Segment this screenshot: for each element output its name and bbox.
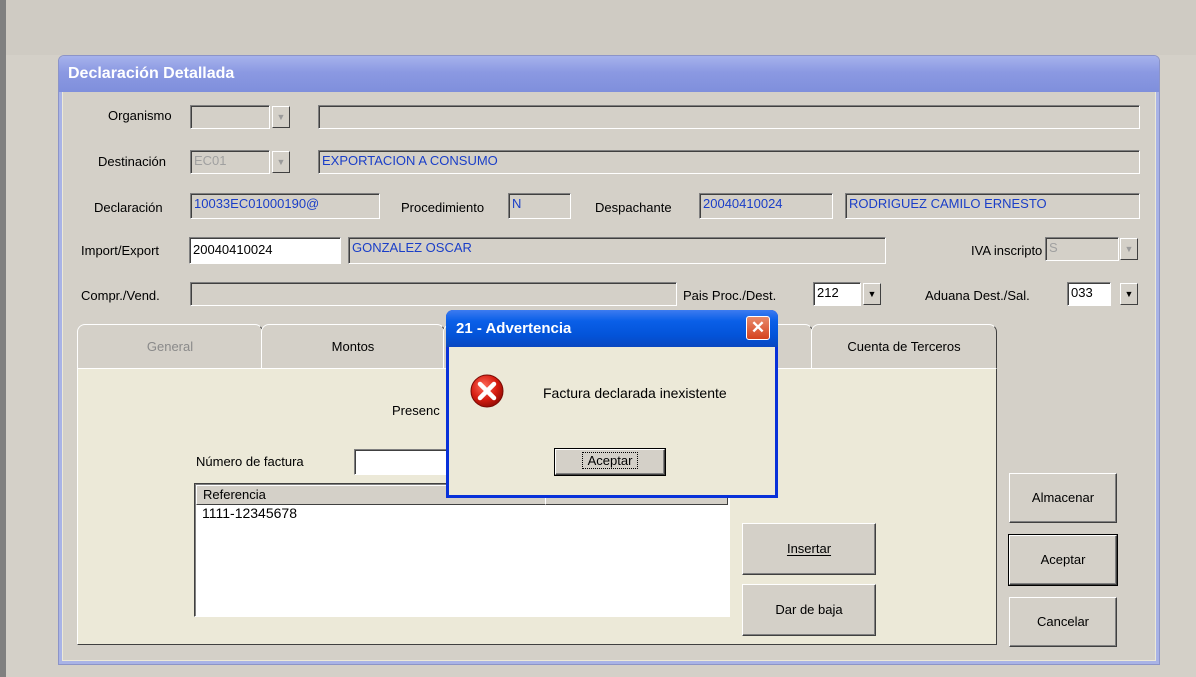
cancelar-label: Cancelar <box>1036 614 1090 629</box>
presencia-heading: Presenc <box>392 403 440 418</box>
procedimiento-label: Procedimiento <box>401 200 485 215</box>
tab-montos[interactable]: Montos <box>261 324 445 370</box>
close-icon[interactable]: ✕ <box>746 316 770 340</box>
dialog-title: 21 - Advertencia <box>456 320 572 337</box>
destinacion-description-field: EXPORTACION A CONSUMO <box>318 150 1140 174</box>
facturas-list[interactable]: Referencia 1111-12345678 <box>194 483 730 617</box>
dialog-ok-button[interactable]: Aceptar <box>554 448 666 476</box>
aceptar-button[interactable]: Aceptar <box>1008 534 1118 586</box>
despachante-id-field[interactable]: 20040410024 <box>699 193 833 219</box>
pais-label: Pais Proc./Dest. <box>683 288 777 303</box>
destinacion-code-field[interactable]: EC01 <box>190 150 270 174</box>
error-icon <box>470 374 504 408</box>
dialog-message: Factura declarada inexistente <box>543 385 727 401</box>
numero-factura-input[interactable] <box>354 449 454 475</box>
iva-inscripto-label: IVA inscripto <box>971 243 1043 258</box>
despachante-label: Despachante <box>595 200 672 215</box>
compr-vend-label: Compr./Vend. <box>81 288 160 303</box>
advertencia-dialog: 21 - Advertencia ✕ Factura declarada ine… <box>446 310 778 498</box>
dar-de-baja-label: Dar de baja <box>775 602 843 617</box>
dar-de-baja-button[interactable]: Dar de baja <box>742 584 876 636</box>
almacenar-label: Almacenar <box>1031 490 1095 505</box>
desktop-left-strip <box>0 0 6 677</box>
aduana-dropdown-button[interactable]: ▼ <box>1120 283 1138 305</box>
dialog-titlebar[interactable]: 21 - Advertencia ✕ <box>446 310 778 347</box>
organismo-description-field <box>318 105 1140 129</box>
numero-factura-label: Número de factura <box>196 454 304 469</box>
dialog-ok-label: Aceptar <box>581 452 639 469</box>
tab-cuenta-terceros[interactable]: Cuenta de Terceros <box>811 324 997 370</box>
import-export-name-field: GONZALEZ OSCAR <box>348 237 886 264</box>
despachante-name-field: RODRIGUEZ CAMILO ERNESTO <box>845 193 1140 219</box>
window-title: Declaración Detallada <box>68 65 235 82</box>
destinacion-label: Destinación <box>98 154 166 169</box>
organismo-code-field[interactable] <box>190 105 270 129</box>
insertar-button[interactable]: Insertar <box>742 523 876 575</box>
aduana-field[interactable]: 033 <box>1067 282 1111 306</box>
import-export-label: Import/Export <box>81 243 160 258</box>
window-titlebar[interactable]: Declaración Detallada <box>59 56 1159 92</box>
declaracion-field[interactable]: 10033EC01000190@ <box>190 193 380 219</box>
aduana-label: Aduana Dest./Sal. <box>925 288 1030 303</box>
pais-dropdown-button[interactable]: ▼ <box>863 283 881 305</box>
dialog-body: Factura declarada inexistente Aceptar <box>449 347 775 495</box>
insertar-label: Insertar <box>786 541 832 556</box>
procedimiento-field[interactable]: N <box>508 193 571 219</box>
cancelar-button[interactable]: Cancelar <box>1009 597 1117 647</box>
import-export-id-field[interactable]: 20040410024 <box>189 237 341 264</box>
aceptar-label: Aceptar <box>1040 552 1086 567</box>
almacenar-button[interactable]: Almacenar <box>1009 473 1117 523</box>
list-item[interactable]: 1111-12345678 <box>202 505 297 521</box>
declaracion-label: Declaración <box>94 200 163 215</box>
pais-field[interactable]: 212 <box>813 282 861 306</box>
organismo-dropdown-button[interactable]: ▼ <box>272 106 290 128</box>
desktop-top-strip <box>0 0 1196 55</box>
iva-inscripto-field[interactable]: S <box>1045 237 1119 261</box>
organismo-label: Organismo <box>108 108 172 123</box>
destinacion-dropdown-button[interactable]: ▼ <box>272 151 290 173</box>
compr-vend-field[interactable] <box>190 282 677 306</box>
iva-dropdown-button[interactable]: ▼ <box>1120 238 1138 260</box>
tab-general[interactable]: General <box>77 324 263 370</box>
